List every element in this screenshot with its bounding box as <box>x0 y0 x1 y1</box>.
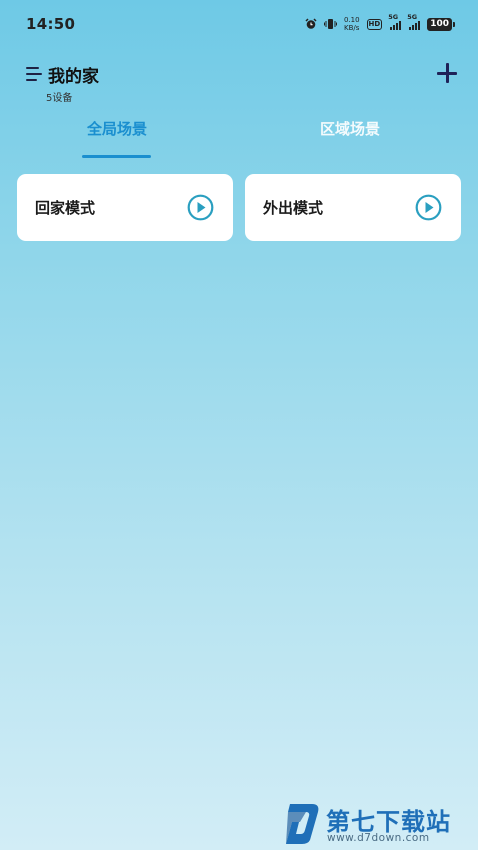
watermark-logo-icon <box>284 800 322 846</box>
status-icons: 0.10 KB/s HD 5G 5G 100 <box>305 13 455 32</box>
scene-label-out: 外出模式 <box>263 199 324 217</box>
status-time: 14:50 <box>26 15 76 33</box>
scene-card-home[interactable]: 回家模式 <box>17 174 233 241</box>
home-title[interactable]: 我的家 <box>48 62 99 87</box>
sim1-network-label: 5G <box>388 13 399 21</box>
play-icon[interactable] <box>415 194 442 221</box>
watermark-url: www.d7down.com <box>327 832 430 844</box>
signal-icon-sim2: 5G <box>407 13 421 30</box>
scene-card-out[interactable]: 外出模式 <box>245 174 461 241</box>
vibrate-icon <box>323 18 337 30</box>
hd-label: HD <box>366 18 383 30</box>
header: 我的家 5设备 <box>26 60 460 108</box>
signal-icon-sim1: 5G <box>388 13 402 30</box>
net-speed: 0.10 KB/s <box>344 16 360 32</box>
status-bar: 14:50 0.10 KB/s HD 5G 5G 100 <box>0 0 478 48</box>
menu-icon[interactable] <box>26 67 42 81</box>
net-speed-unit: KB/s <box>344 24 360 32</box>
play-icon[interactable] <box>187 194 214 221</box>
tab-area-scenes[interactable]: 区域场景 <box>290 118 410 139</box>
sim2-network-label: 5G <box>407 13 418 21</box>
battery-icon: 100 <box>427 17 455 31</box>
active-tab-indicator <box>82 155 151 158</box>
hd-voice-icon: HD <box>366 18 383 30</box>
tab-global-scenes[interactable]: 全局场景 <box>57 118 177 139</box>
device-count: 5设备 <box>46 93 73 104</box>
alarm-icon <box>305 18 317 30</box>
net-speed-value: 0.10 <box>343 16 360 24</box>
watermark: 第七下载站 www.d7down.com <box>284 798 474 850</box>
add-scene-button[interactable] <box>434 60 460 86</box>
scene-tabs: 全局场景 区域场景 <box>0 118 478 162</box>
scene-label-home: 回家模式 <box>35 199 96 217</box>
